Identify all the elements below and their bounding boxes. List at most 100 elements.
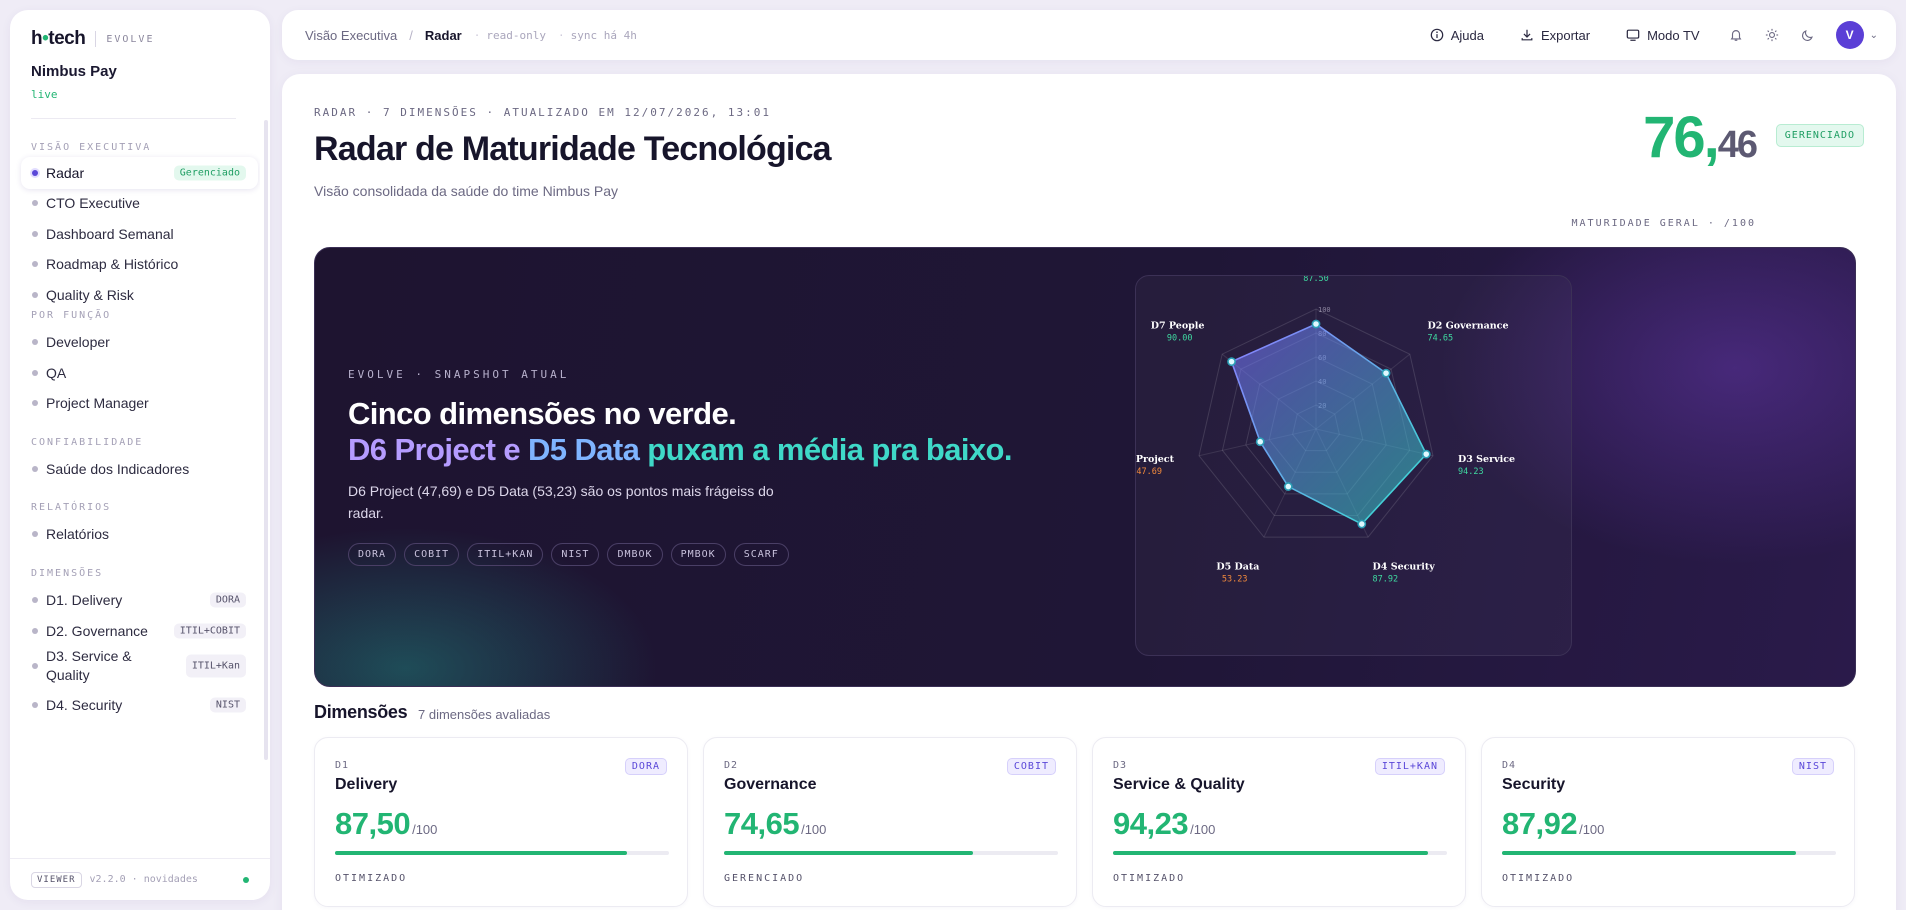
framework-badge: DORA xyxy=(624,758,667,775)
page-title: Radar de Maturidade Tecnológica xyxy=(314,130,832,168)
dot-icon xyxy=(32,466,38,472)
sidebar-item-label: Relatórios xyxy=(46,526,110,542)
dimension-card-d4[interactable]: D4 Security NIST 87,92/100 OTIMIZADO xyxy=(1481,737,1855,907)
dimension-cards: D1 Delivery DORA 87,50/100 OTIMIZADO D2 … xyxy=(314,737,1856,907)
sync-status: · sync há 4h xyxy=(557,28,637,42)
sidebar-item-label: Project Manager xyxy=(46,395,149,411)
dot-icon xyxy=(32,292,38,298)
radar-axis-value: 53.23 xyxy=(1222,574,1248,584)
radar-axis-label: D7 People xyxy=(1151,320,1205,331)
sidebar-item-label: Radar xyxy=(46,165,85,181)
sidebar-item-roadmap[interactable]: Roadmap & Histórico xyxy=(21,248,258,280)
main-panel: RADAR · 7 DIMENSÕES · ATUALIZADO EM 12/0… xyxy=(282,74,1896,910)
radar-axis-label: D5 Data xyxy=(1216,561,1259,572)
tv-mode-label: Modo TV xyxy=(1647,27,1700,43)
sidebar-item-qa[interactable]: QA xyxy=(21,357,258,389)
breadcrumb-visao-executiva[interactable]: Visão Executiva xyxy=(305,28,397,43)
dot-icon xyxy=(32,370,38,376)
sidebar-item-relatorios[interactable]: Relatórios xyxy=(21,518,258,550)
help-button[interactable]: Ajuda xyxy=(1412,28,1502,43)
sidebar-item-d3-service-quality[interactable]: D3. Service & Quality ITIL+Kan xyxy=(21,644,258,688)
hero-headline-highlight: D6 Project e D5 Data puxam a média pra b… xyxy=(348,432,1012,467)
dimensions-title: Dimensões xyxy=(314,702,408,722)
export-button[interactable]: Exportar xyxy=(1502,28,1608,43)
org-name[interactable]: Nimbus Pay xyxy=(31,63,117,80)
section-label-confiabilidade: CONFIABILIDADE xyxy=(31,437,144,448)
progress-fill xyxy=(1502,851,1796,855)
sidebar-item-cto-executive[interactable]: CTO Executive xyxy=(21,187,258,219)
hero-description: D6 Project (47,69) e D5 Data (53,23) são… xyxy=(348,483,774,521)
radar-axis-value: 94.23 xyxy=(1458,467,1484,477)
chip-dmbok: DMBOK xyxy=(607,543,663,566)
sidebar-item-developer[interactable]: Developer xyxy=(21,326,258,358)
radar-chart-card: 20406080100D1 Delivery87.50D2 Governance… xyxy=(1135,275,1572,656)
sidebar-item-label: Quality & Risk xyxy=(46,287,134,303)
sidebar-nav: VISÃO EXECUTIVA Radar Gerenciado CTO Exe… xyxy=(10,128,260,868)
status-badge: Gerenciado xyxy=(173,165,246,181)
org-status: live xyxy=(31,88,58,101)
dark-theme-button[interactable] xyxy=(1790,17,1826,53)
section-label-relatorios: RELATÓRIOS xyxy=(31,502,112,513)
tv-mode-button[interactable]: Modo TV xyxy=(1608,28,1718,43)
notifications-button[interactable] xyxy=(1718,17,1754,53)
dot-icon xyxy=(32,663,38,669)
breadcrumb-radar: Radar xyxy=(424,27,462,43)
help-label: Ajuda xyxy=(1450,27,1484,43)
brand-divider xyxy=(95,31,97,47)
progress-fill xyxy=(335,851,628,855)
sidebar-item-d2-governance[interactable]: D2. Governance ITIL+COBIT xyxy=(21,615,258,647)
dimension-code: D1 xyxy=(335,760,350,771)
chip-cobit: COBIT xyxy=(404,543,460,566)
radar-axis-value: 87.50 xyxy=(1303,276,1329,284)
sun-icon xyxy=(1765,28,1778,42)
brand[interactable]: h•tech EVOLVE xyxy=(31,28,154,50)
dimension-code: D3 xyxy=(1113,760,1128,771)
radar-axis-value: 90.00 xyxy=(1167,333,1193,343)
dimension-score: 94,23/100 xyxy=(1113,806,1216,841)
dimension-code: D2 xyxy=(724,760,739,771)
sidebar-item-d1-delivery[interactable]: D1. Delivery DORA xyxy=(21,584,258,616)
brand-tag: EVOLVE xyxy=(106,33,155,45)
dimensions-subtitle: 7 dimensões avaliadas xyxy=(418,707,551,722)
sidebar-item-project-manager[interactable]: Project Manager xyxy=(21,387,258,419)
sidebar-item-label: CTO Executive xyxy=(46,195,140,211)
dimension-name: Delivery xyxy=(335,776,398,793)
progress-bar xyxy=(724,851,1058,855)
overall-score-label: MATURIDADE GERAL · /100 xyxy=(1571,218,1756,229)
light-theme-button[interactable] xyxy=(1754,17,1790,53)
framework-badge: ITIL+KAN xyxy=(1374,758,1445,775)
sidebar-item-saude-indicadores[interactable]: Saúde dos Indicadores xyxy=(21,453,258,485)
dimension-card-d3[interactable]: D3 Service & Quality ITIL+KAN 94,23/100 … xyxy=(1092,737,1466,907)
sidebar-item-d4-security[interactable]: D4. Security NIST xyxy=(21,689,258,721)
dot-icon xyxy=(32,200,38,206)
framework-tag: ITIL+COBIT xyxy=(173,623,246,639)
chip-scarf: SCARF xyxy=(733,543,789,566)
maturity-level: OTIMIZADO xyxy=(335,873,408,884)
version-link[interactable]: v2.2.0 · novidades xyxy=(90,874,198,885)
dimension-name: Governance xyxy=(724,776,817,793)
framework-badge: COBIT xyxy=(1006,758,1056,775)
user-avatar[interactable]: V xyxy=(1835,21,1864,49)
sidebar-item-dashboard-semanal[interactable]: Dashboard Semanal xyxy=(21,218,258,250)
dimension-card-d2[interactable]: D2 Governance COBIT 74,65/100 GERENCIADO xyxy=(703,737,1077,907)
sidebar-item-label: D4. Security xyxy=(46,697,123,713)
dot-icon xyxy=(32,702,38,708)
dot-icon xyxy=(32,261,38,267)
dimension-card-d1[interactable]: D1 Delivery DORA 87,50/100 OTIMIZADO xyxy=(314,737,688,907)
framework-badge: NIST xyxy=(1791,758,1834,775)
radar-data-point xyxy=(1421,449,1431,459)
dimension-code: D4 xyxy=(1502,760,1517,771)
progress-bar xyxy=(1113,851,1447,855)
radar-data-point xyxy=(1381,368,1391,378)
sidebar-scrollbar[interactable] xyxy=(264,120,268,760)
readonly-indicator: · read-only xyxy=(473,28,546,42)
framework-tag: ITIL+Kan xyxy=(185,654,246,678)
chevron-down-icon[interactable]: ⌄ xyxy=(1870,30,1878,41)
sidebar-item-label: QA xyxy=(46,365,67,381)
chip-itil-kan: ITIL+KAN xyxy=(467,543,544,566)
sidebar-footer: VIEWER v2.2.0 · novidades xyxy=(10,858,270,900)
sidebar-item-label: D3. Service & Quality xyxy=(46,648,132,683)
sidebar-item-quality-risk[interactable]: Quality & Risk xyxy=(21,279,258,311)
sidebar-item-radar[interactable]: Radar Gerenciado xyxy=(21,157,258,189)
dimension-name: Service & Quality xyxy=(1113,776,1245,793)
